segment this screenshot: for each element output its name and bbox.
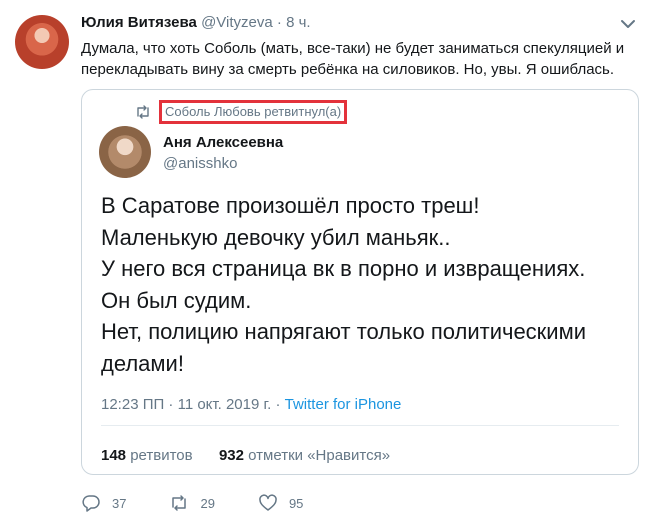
retweet-note[interactable]: Соболь Любовь ретвитнул(а) <box>159 100 348 124</box>
chevron-down-icon[interactable] <box>619 15 637 33</box>
author-handle[interactable]: @Vityzeva <box>201 14 273 31</box>
retweet-count: 29 <box>200 495 215 511</box>
quoted-text-line: Маленькую девочку убил маньяк.. <box>101 224 451 250</box>
header-separator: · <box>276 14 282 31</box>
likes-stat[interactable]: 932 отметки «Нравится» <box>219 447 390 464</box>
author-avatar[interactable] <box>15 15 69 69</box>
quoted-timestamp[interactable]: 12:23 ПП · 11 окт. 2019 г. <box>101 396 271 413</box>
quoted-text-line: Он был судим. <box>101 287 252 313</box>
quoted-author-name[interactable]: Аня Алексеевна <box>163 134 283 151</box>
quoted-text-line: В Саратове произошёл просто треш! <box>101 193 480 218</box>
retweet-icon <box>137 105 149 119</box>
meta-separator: · <box>275 396 281 413</box>
quoted-stats: 148 ретвитов 932 отметки «Нравится» <box>101 447 390 464</box>
quoted-author-avatar[interactable] <box>99 126 151 178</box>
reply-button[interactable]: 37 <box>81 493 126 513</box>
like-button[interactable]: 95 <box>258 493 303 513</box>
reply-icon <box>82 495 100 512</box>
divider <box>101 425 619 426</box>
author-name[interactable]: Юлия Витязева <box>81 14 197 31</box>
likes-count: 932 <box>218 447 244 464</box>
retweets-count: 148 <box>101 447 127 464</box>
retweet-context: Соболь Любовь ретвитнул(а) <box>135 100 348 124</box>
quoted-source-link[interactable]: Twitter for iPhone <box>285 396 402 413</box>
tweet-text: Думала, что хоть Соболь (мать, все-таки)… <box>81 40 625 78</box>
reply-count: 37 <box>112 495 127 511</box>
retweets-stat[interactable]: 148 ретвитов <box>101 447 197 464</box>
quoted-text: В Саратове произошёл просто треш! Малень… <box>101 190 631 379</box>
retweet-button[interactable]: 29 <box>169 493 215 513</box>
tweet-time[interactable]: 8 ч. <box>286 14 311 31</box>
retweets-label: ретвитов <box>130 447 193 464</box>
quoted-tweet[interactable]: Соболь Любовь ретвитнул(а) Аня Алексеевн… <box>81 89 639 475</box>
like-icon <box>259 494 277 511</box>
quoted-text-line: У него вся страница вк в порно и извраще… <box>101 256 586 281</box>
quoted-author-handle[interactable]: @anisshko <box>163 155 237 172</box>
like-count: 95 <box>288 495 304 511</box>
quoted-text-line: Нет, полицию напрягают только политическ… <box>101 319 587 376</box>
retweet-icon <box>172 495 187 511</box>
tweet-actions: 37 29 95 <box>81 493 346 513</box>
likes-label: отметки «Нравится» <box>248 447 391 464</box>
tweet-header: Юлия Витязева @Vityzeva · 8 ч. <box>81 13 311 33</box>
quoted-meta: 12:23 ПП · 11 окт. 2019 г. · Twitter for… <box>101 396 401 413</box>
